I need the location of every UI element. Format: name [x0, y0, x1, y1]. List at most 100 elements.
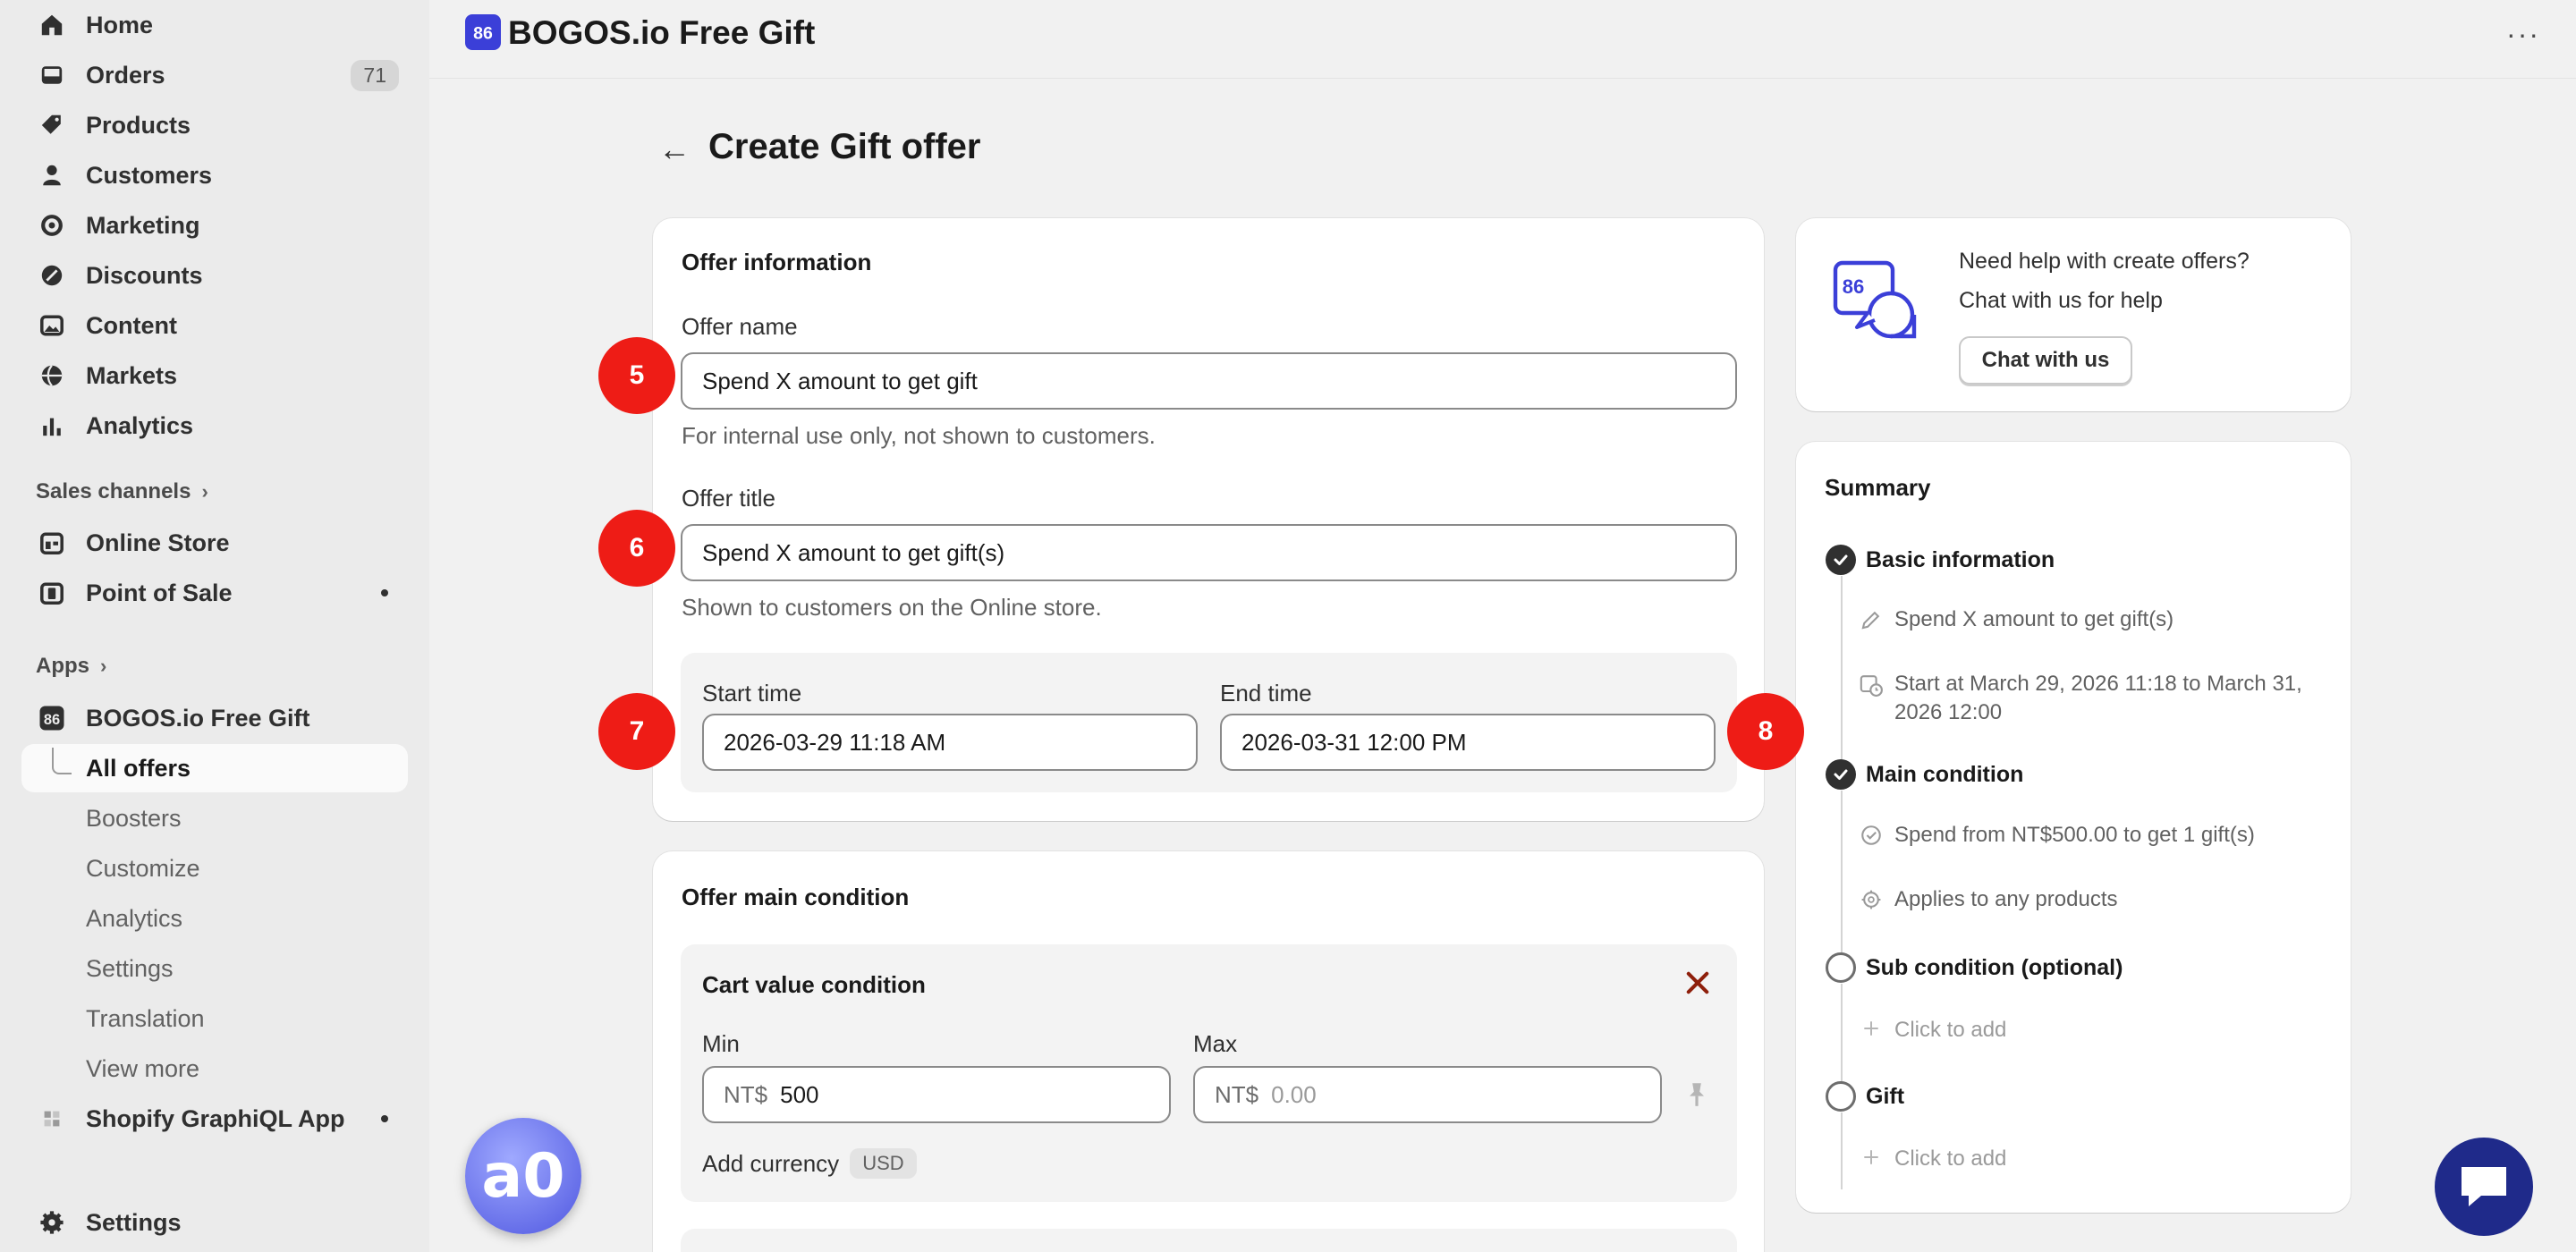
store-icon	[38, 529, 66, 557]
offer-name-label: Offer name	[682, 313, 798, 340]
summary-offer-title: Spend X amount to get gift(s)	[1859, 605, 2174, 634]
add-link-text: Click to add	[1894, 1018, 2007, 1042]
check-circle-icon	[1826, 545, 1856, 575]
nav-label: Analytics	[86, 411, 194, 439]
nav-label: All offers	[86, 754, 191, 782]
graphiql-app-icon	[38, 1104, 66, 1133]
nav-label: Marketing	[86, 211, 200, 239]
summary-offer-time: Start at March 29, 2026 11:18 to March 3…	[1859, 670, 2306, 727]
check-circle-outline-icon	[1859, 824, 1884, 847]
empty-circle-icon	[1826, 1081, 1856, 1112]
nav-all-offers[interactable]: All offers	[21, 744, 408, 792]
nav-app-settings[interactable]: Settings	[86, 947, 174, 990]
add-link-text: Click to add	[1894, 1146, 2007, 1171]
min-amount-input[interactable]: NT$ 500	[702, 1066, 1171, 1123]
nav-analytics[interactable]: Analytics	[21, 404, 408, 447]
globe-icon	[38, 361, 66, 390]
offer-title-label: Offer title	[682, 485, 776, 512]
nav-label: Customers	[86, 161, 213, 189]
sub-condition-add[interactable]: Click to add	[1859, 1016, 2006, 1045]
nav-view-more[interactable]: View more	[86, 1047, 199, 1090]
schedule-panel: Start time 2026-03-29 11:18 AM End time …	[681, 653, 1737, 792]
home-icon	[38, 11, 66, 39]
chat-widget-button[interactable]	[2435, 1138, 2533, 1236]
person-icon	[38, 161, 66, 190]
nav-customers[interactable]: Customers	[21, 154, 408, 197]
step-connector	[1841, 1112, 1843, 1189]
nav-content[interactable]: Content	[21, 304, 408, 347]
discount-icon	[38, 261, 66, 290]
step-connector	[1841, 791, 1843, 959]
chevron-right-icon: ›	[201, 480, 208, 503]
help-line-1: Need help with create offers?	[1959, 249, 2250, 274]
step-main-condition[interactable]: Main condition	[1866, 762, 2023, 788]
svg-text:86: 86	[1843, 275, 1864, 298]
nav-settings[interactable]: Settings	[21, 1201, 408, 1244]
close-icon[interactable]	[1682, 968, 1713, 998]
back-arrow-button[interactable]: ←	[658, 131, 691, 168]
check-circle-icon	[1826, 759, 1856, 790]
start-time-input[interactable]: 2026-03-29 11:18 AM	[702, 714, 1198, 771]
summary-applies-to: Applies to any products	[1859, 885, 2117, 914]
nav-marketing[interactable]: Marketing	[21, 204, 408, 247]
help-line-2: Chat with us for help	[1959, 288, 2163, 313]
status-dot	[381, 589, 388, 596]
nav-boosters[interactable]: Boosters	[86, 797, 182, 840]
section-label: Sales channels	[36, 479, 191, 503]
nav-products[interactable]: Products	[21, 104, 408, 147]
pencil-icon	[1859, 608, 1884, 631]
nav-label: Markets	[86, 361, 178, 389]
annotation-badge: 6	[598, 510, 675, 587]
nav-online-store[interactable]: Online Store	[21, 521, 408, 564]
nav-discounts[interactable]: Discounts	[21, 254, 408, 297]
nav-customize[interactable]: Customize	[86, 847, 200, 890]
gift-add[interactable]: Click to add	[1859, 1145, 2006, 1173]
add-currency-label: Add currency	[702, 1149, 840, 1177]
svg-text:86: 86	[473, 24, 493, 44]
nav-graphiql[interactable]: Shopify GraphiQL App	[21, 1097, 408, 1140]
pin-icon[interactable]	[1682, 1080, 1711, 1109]
offer-name-input[interactable]: Spend X amount to get gift	[681, 352, 1737, 410]
orders-count-badge: 71	[351, 59, 399, 91]
chat-bubble-icon	[2462, 1167, 2506, 1206]
step-sub-condition[interactable]: Sub condition (optional)	[1866, 955, 2123, 981]
nav-home[interactable]: Home	[21, 4, 408, 47]
currency-badge: USD	[850, 1148, 917, 1179]
apps-heading[interactable]: Apps ›	[36, 654, 106, 679]
nav-label: Point of Sale	[86, 579, 233, 606]
annotation-badge: 5	[598, 337, 675, 414]
max-amount-input[interactable]: NT$ 0.00	[1193, 1066, 1662, 1123]
currency-prefix: NT$	[724, 1080, 768, 1108]
step-basic-information[interactable]: Basic information	[1866, 547, 2055, 573]
start-time-label: Start time	[702, 680, 802, 706]
step-gift[interactable]: Gift	[1866, 1084, 1904, 1110]
nav-app-analytics[interactable]: Analytics	[86, 897, 182, 940]
end-time-input[interactable]: 2026-03-31 12:00 PM	[1220, 714, 1716, 771]
calendar-clock-icon	[1859, 673, 1884, 698]
empty-circle-icon	[1826, 952, 1856, 983]
min-label: Min	[702, 1030, 740, 1057]
nav-app-bogos[interactable]: 86 BOGOS.io Free Gift	[21, 697, 408, 740]
nav-orders[interactable]: Orders 71	[21, 54, 408, 97]
assistant-avatar-button[interactable]: a0	[465, 1118, 581, 1234]
pos-icon	[38, 579, 66, 607]
svg-text:a0: a0	[481, 1141, 564, 1212]
target-icon	[38, 211, 66, 240]
nav-label: Discounts	[86, 261, 203, 289]
nav-markets[interactable]: Markets	[21, 354, 408, 397]
nav-label: Shopify GraphiQL App	[86, 1104, 345, 1132]
nav-point-of-sale[interactable]: Point of Sale	[21, 571, 408, 614]
offer-name-help: For internal use only, not shown to cust…	[682, 422, 1156, 449]
sales-channels-heading[interactable]: Sales channels ›	[36, 479, 208, 504]
cart-condition-title: Cart value condition	[702, 971, 926, 998]
chat-with-us-button[interactable]: Chat with us	[1959, 336, 2132, 385]
add-currency-row[interactable]: Add currency USD	[702, 1148, 917, 1179]
tree-connector	[52, 748, 72, 774]
next-condition-panel	[681, 1229, 1737, 1252]
chat-support-icon: 86	[1832, 259, 1925, 349]
bogos-logo-icon: 86	[465, 14, 501, 50]
offer-title-input[interactable]: Spend X amount to get gift(s)	[681, 524, 1737, 581]
nav-label: Products	[86, 111, 191, 139]
nav-translation[interactable]: Translation	[86, 997, 205, 1040]
more-actions-button[interactable]: ···	[2506, 18, 2540, 51]
